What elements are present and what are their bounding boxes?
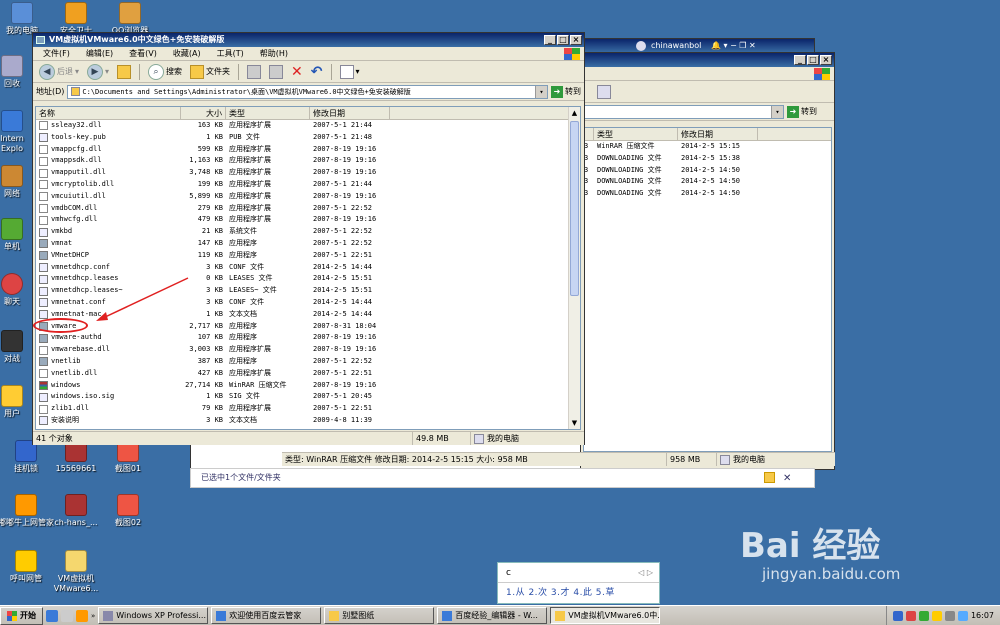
tray-icon[interactable] <box>905 610 916 621</box>
task-baidu-cloud[interactable]: 欢迎使用百度云管家 <box>211 607 322 624</box>
baidu-watermark: Bai 经验 jingyan.baidu.com <box>740 526 901 583</box>
taskbar: 开始 » Windows XP Professi... 欢迎使用百度云管家 别墅… <box>0 605 1000 625</box>
folder-icon <box>329 610 340 621</box>
cloud-icon <box>216 610 227 621</box>
ime-input: c ◁ ▷ <box>498 563 659 583</box>
desktop-icon[interactable] <box>61 609 73 622</box>
volume-icon[interactable] <box>944 610 955 621</box>
system-tray: 16:07 <box>885 606 1000 625</box>
windows-logo-icon <box>7 610 17 621</box>
network-icon[interactable] <box>957 610 968 621</box>
ime-candidate-window[interactable]: c ◁ ▷ 1.从 2.次 3.才 4.此 5.草 <box>497 562 660 604</box>
tray-icon[interactable] <box>931 610 942 621</box>
window-icon <box>103 610 114 621</box>
task-winxp[interactable]: Windows XP Professi... <box>98 607 209 624</box>
folder-icon <box>555 610 566 621</box>
clock: 16:07 <box>970 611 994 620</box>
ie-icon[interactable] <box>46 609 58 622</box>
ime-candidates[interactable]: 1.从 2.次 3.才 4.此 5.草 <box>498 583 659 603</box>
task-vm-folder[interactable]: VM虚拟机VMware6.0中... <box>550 607 661 624</box>
ie-icon <box>442 610 453 621</box>
task-baidu-editor[interactable]: 百度经验_编辑器 - W... <box>437 607 548 624</box>
app-icon[interactable] <box>76 609 88 622</box>
chevron-right-icon[interactable]: » <box>91 612 95 620</box>
tray-icon[interactable] <box>892 610 903 621</box>
tray-icon[interactable] <box>918 610 929 621</box>
start-button[interactable]: 开始 <box>0 606 43 625</box>
ime-page-arrows[interactable]: ◁ ▷ <box>638 563 653 583</box>
task-villa[interactable]: 别墅图纸 <box>324 607 435 624</box>
